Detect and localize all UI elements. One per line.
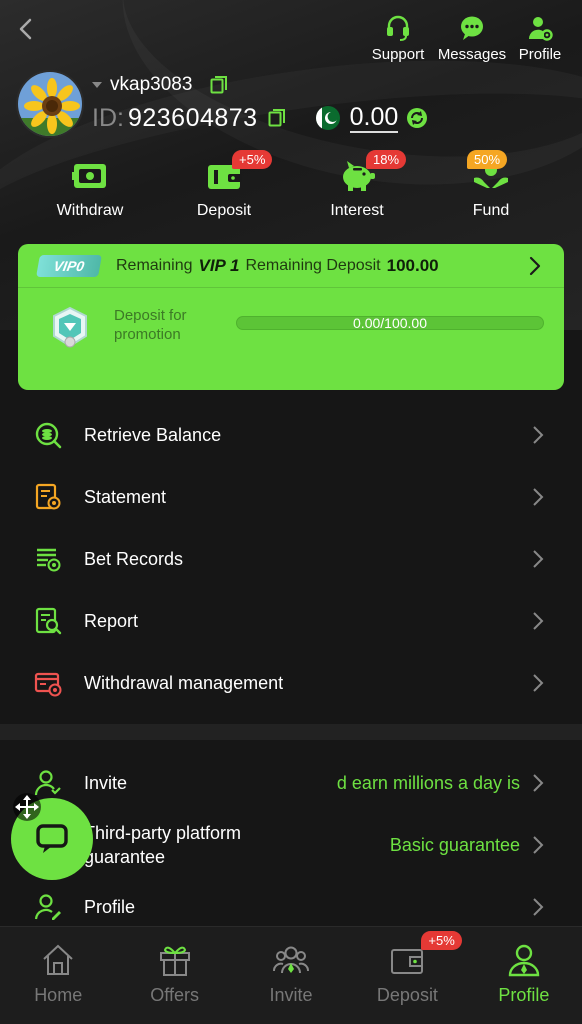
- bet-records-icon: [37, 548, 61, 572]
- menu-label: Report: [84, 610, 139, 631]
- username: vkap3083: [110, 74, 193, 95]
- tab-label: Deposit: [376, 985, 438, 1005]
- next-vip-level: VIP 1: [198, 255, 240, 275]
- top-actions: Support Messages Profile: [368, 14, 564, 63]
- deposit-button[interactable]: +5% Deposit: [169, 150, 279, 220]
- menu-item-retrieve-balance[interactable]: Retrieve Balance: [0, 404, 582, 466]
- support-button[interactable]: Support: [368, 14, 428, 63]
- gift-icon: [159, 946, 190, 976]
- section-divider: [0, 724, 582, 740]
- balance-value: 0.00: [349, 103, 399, 133]
- withdraw-button[interactable]: Withdraw: [35, 158, 145, 220]
- chevron-right-icon: [533, 898, 544, 916]
- pakistan-flag-icon: [315, 106, 340, 130]
- remaining-label: Remaining: [116, 256, 193, 274]
- refresh-icon[interactable]: [406, 107, 428, 129]
- bottom-tab-bar: Home Offers Invite +5% Deposit Profile: [0, 926, 582, 1024]
- fund-label: Fund: [472, 202, 510, 219]
- tab-invite[interactable]: Invite: [233, 927, 349, 1024]
- chevron-right-icon: [533, 774, 544, 792]
- id-row: ID: 923604873 0.00: [92, 103, 428, 133]
- copy-id-icon[interactable]: [268, 108, 286, 128]
- vip-progress-bar: 0.00/100.00: [236, 315, 544, 331]
- chevron-right-icon: [533, 488, 544, 506]
- remaining-deposit-amount: 100.00: [386, 255, 439, 275]
- withdrawal-management-icon: [34, 672, 62, 697]
- menu-label: Bet Records: [84, 548, 184, 569]
- vip-progress-text: 0.00/100.00: [353, 315, 427, 331]
- chevron-right-icon: [533, 426, 544, 444]
- vip-remaining-text: Remaining VIP 1 Remaining Deposit 100.00: [116, 256, 439, 276]
- messages-label: Messages: [437, 46, 507, 63]
- guarantee-status-text: Basic guarantee: [389, 834, 520, 855]
- tab-label: Profile: [498, 985, 550, 1005]
- chevron-right-icon: [533, 836, 544, 854]
- withdraw-label: Withdraw: [56, 202, 124, 219]
- chat-bubble-icon: [461, 16, 483, 40]
- tab-label: Home: [34, 985, 83, 1005]
- interest-button[interactable]: 18% Interest: [302, 150, 412, 220]
- menu-item-bet-records[interactable]: Bet Records: [0, 528, 582, 590]
- menu-label: Statement: [84, 486, 167, 507]
- chevron-right-icon: [533, 612, 544, 630]
- account-menu: Retrieve Balance Statement Bet Records R…: [0, 404, 582, 714]
- deposit-bonus-badge: +5%: [232, 150, 273, 169]
- interest-label: Interest: [330, 202, 384, 219]
- menu-item-invite[interactable]: Invite d earn millions a day is: [0, 752, 582, 814]
- deposit-label: Deposit: [196, 202, 252, 219]
- menu-item-report[interactable]: Report: [0, 590, 582, 652]
- deposit-promotion-text: Deposit for promotion: [114, 307, 187, 343]
- vip-level-badge: VIP0: [36, 254, 102, 277]
- tab-offers[interactable]: Offers: [116, 927, 232, 1024]
- copy-username-icon[interactable]: [210, 75, 228, 95]
- user-icon: [508, 944, 540, 977]
- report-icon: [35, 607, 62, 635]
- drag-move-icon[interactable]: [12, 792, 42, 822]
- chevron-right-icon: [533, 674, 544, 692]
- chat-icon: [36, 824, 68, 853]
- profile-top-label: Profile: [518, 46, 562, 63]
- menu-label: Withdrawal management: [84, 672, 284, 693]
- menu-label: Profile: [84, 896, 136, 917]
- menu-label: Invite: [84, 772, 128, 793]
- headset-icon: [387, 15, 409, 41]
- username-row: vkap3083: [92, 74, 228, 96]
- user-gear-icon: [528, 17, 553, 41]
- users-icon: [273, 946, 310, 974]
- vip-card[interactable]: VIP0 Remaining VIP 1 Remaining Deposit 1…: [18, 244, 564, 390]
- avatar[interactable]: [16, 70, 84, 138]
- back-arrow-icon[interactable]: [14, 14, 38, 44]
- remaining-deposit-label: Remaining Deposit: [245, 256, 381, 274]
- interest-rate-badge: 18%: [366, 150, 407, 169]
- deposit-tab-badge: +5%: [421, 931, 462, 950]
- menu-item-statement[interactable]: Statement: [0, 466, 582, 528]
- vip-row[interactable]: VIP0 Remaining VIP 1 Remaining Deposit 1…: [18, 244, 564, 288]
- vip-shield-icon: [53, 306, 87, 348]
- tab-label: Invite: [269, 985, 313, 1005]
- menu-label: Retrieve Balance: [84, 424, 222, 445]
- tab-label: Offers: [150, 985, 199, 1005]
- profile-top-button[interactable]: Profile: [516, 14, 564, 63]
- fund-rate-badge: 50%: [467, 150, 508, 169]
- dropdown-caret-icon[interactable]: [92, 82, 102, 88]
- withdraw-icon: [72, 164, 106, 188]
- retrieve-balance-icon: [35, 422, 62, 449]
- menu-item-withdrawal-management[interactable]: Withdrawal management: [0, 652, 582, 714]
- chevron-right-icon: [533, 550, 544, 568]
- home-icon: [43, 944, 73, 975]
- vip-chevron-right-icon[interactable]: [528, 255, 542, 277]
- statement-icon: [35, 483, 61, 510]
- invite-marquee-text: d earn millions a day is: [336, 772, 520, 793]
- id-value: 923604873: [127, 103, 258, 132]
- profile-edit-icon: [34, 894, 61, 920]
- support-label: Support: [371, 46, 425, 63]
- tab-deposit[interactable]: +5% Deposit: [349, 927, 465, 1024]
- tab-home[interactable]: Home: [0, 927, 116, 1024]
- tab-profile[interactable]: Profile: [466, 927, 582, 1024]
- fund-button[interactable]: 50% Fund: [436, 150, 546, 220]
- id-label: ID:: [92, 103, 124, 132]
- menu-label: Third-party platform guarantee: [84, 823, 242, 867]
- messages-button[interactable]: Messages: [434, 14, 510, 63]
